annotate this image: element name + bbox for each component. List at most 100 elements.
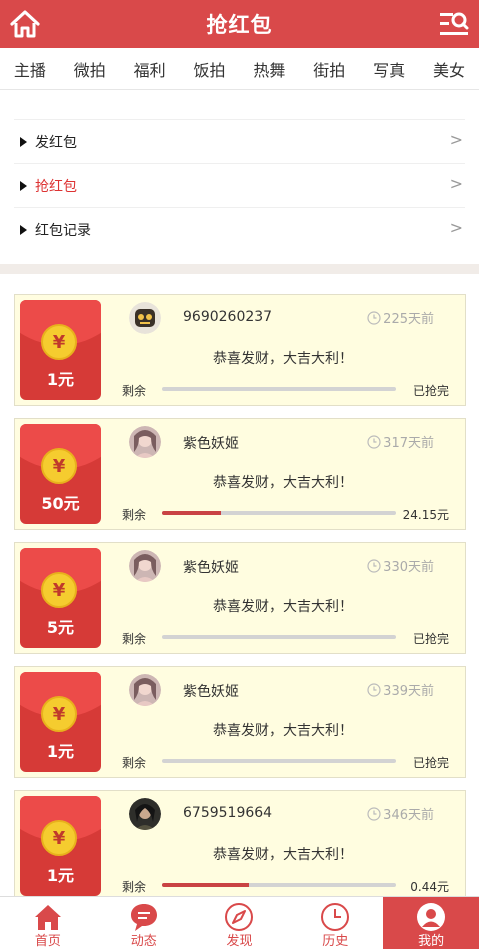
user-icon: [417, 903, 446, 931]
username: 9690260237: [183, 309, 273, 325]
chat-bubble-icon: [130, 904, 157, 931]
chevron-right-icon: >: [449, 130, 463, 149]
nav-label: 动态: [130, 934, 157, 949]
tab-category[interactable]: 美女: [419, 57, 479, 81]
tab-category[interactable]: 写真: [359, 57, 419, 81]
packet-amount: 1元: [46, 866, 75, 885]
menu-item-grab[interactable]: 抢红包 >: [14, 163, 465, 207]
post-time: 346天前: [367, 804, 434, 823]
header-bar: 抢红包: [0, 0, 479, 48]
triangle-right-icon: [20, 180, 27, 191]
redpacket-card[interactable]: ¥ 1元 6759519664 346天前 恭喜发财，大吉大利！ 剩余 0.44…: [14, 790, 466, 902]
app-screen: 抢红包 主播 微拍 福利 饭拍 热舞 街拍 写真 美女 发红包 > 抢红包 > …: [0, 0, 479, 949]
packet-message: 恭喜发财，大吉大利！: [213, 847, 353, 863]
red-envelope-icon[interactable]: ¥ 1元: [20, 796, 101, 896]
triangle-right-icon: [20, 224, 27, 235]
packet-status: 24.15元: [402, 508, 449, 522]
list-search-icon[interactable]: [439, 9, 469, 39]
home-icon[interactable]: [9, 8, 41, 40]
avatar[interactable]: [129, 302, 161, 334]
page-title: 抢红包: [206, 13, 273, 37]
post-time: 225天前: [367, 308, 434, 327]
menu-item-label: 红包记录: [35, 222, 91, 239]
remain-label: 剩余: [122, 632, 147, 646]
remain-progress-bar: [162, 635, 396, 639]
yuan-coin-icon: ¥: [41, 324, 77, 360]
red-envelope-icon[interactable]: ¥ 50元: [20, 424, 101, 524]
post-time: 317天前: [367, 432, 434, 451]
yuan-coin-icon: ¥: [41, 572, 77, 608]
remain-label: 剩余: [122, 756, 147, 770]
nav-item-home[interactable]: 首页: [0, 897, 96, 949]
avatar[interactable]: [129, 550, 161, 582]
tab-category[interactable]: 饭拍: [180, 57, 240, 81]
redpacket-list: ¥ 1元 9690260237 225天前 恭喜发财，大吉大利！ 剩余 已抢完: [14, 294, 466, 914]
yuan-coin-icon: ¥: [41, 448, 77, 484]
nav-label: 发现: [226, 934, 253, 949]
home-icon: [34, 905, 61, 930]
time-text: 339天前: [383, 684, 434, 699]
progress-fill: [162, 883, 249, 887]
remain-label: 剩余: [122, 880, 147, 894]
username: 紫色妖姬: [183, 560, 239, 576]
nav-label: 历史: [322, 934, 349, 949]
remain-label: 剩余: [122, 508, 147, 522]
red-envelope-icon[interactable]: ¥ 1元: [20, 300, 101, 400]
tab-category[interactable]: 热舞: [240, 57, 300, 81]
time-text: 330天前: [383, 560, 434, 575]
red-envelope-icon[interactable]: ¥ 1元: [20, 672, 101, 772]
clock-icon: [321, 903, 350, 931]
nav-item-feed[interactable]: 动态: [96, 897, 192, 949]
time-text: 317天前: [383, 436, 434, 451]
redpacket-card[interactable]: ¥ 5元 紫色妖姬 330天前 恭喜发财，大吉大利！ 剩余 已抢完: [14, 542, 466, 654]
tab-category[interactable]: 街拍: [299, 57, 359, 81]
username: 紫色妖姬: [183, 436, 239, 452]
post-time: 339天前: [367, 680, 434, 699]
chevron-right-icon: >: [449, 174, 463, 193]
avatar[interactable]: [129, 674, 161, 706]
clock-icon: [367, 806, 381, 821]
remain-progress-bar: [162, 759, 396, 763]
bottom-nav: 首页 动态 发现 历史 我的: [0, 896, 479, 949]
red-envelope-icon[interactable]: ¥ 5元: [20, 548, 101, 648]
nav-label: 首页: [34, 934, 61, 949]
packet-status: 已抢完: [412, 384, 449, 398]
nav-item-history[interactable]: 历史: [287, 897, 383, 949]
time-text: 346天前: [383, 808, 434, 823]
clock-icon: [367, 310, 381, 325]
menu-item-label: 抢红包: [35, 178, 77, 195]
nav-item-discover[interactable]: 发现: [192, 897, 288, 949]
packet-message: 恭喜发财，大吉大利！: [213, 723, 353, 739]
packet-message: 恭喜发财，大吉大利！: [213, 599, 353, 615]
menu-item-records[interactable]: 红包记录 >: [14, 207, 465, 251]
nav-label: 我的: [418, 934, 445, 949]
tab-category[interactable]: 福利: [120, 57, 180, 81]
clock-icon: [367, 682, 381, 697]
menu-item-label: 发红包: [35, 134, 77, 151]
clock-icon: [367, 434, 381, 449]
chevron-right-icon: >: [449, 218, 463, 237]
post-time: 330天前: [367, 556, 434, 575]
nav-item-me[interactable]: 我的: [383, 897, 479, 949]
avatar[interactable]: [129, 798, 161, 830]
remain-label: 剩余: [122, 384, 147, 398]
tab-category[interactable]: 微拍: [60, 57, 120, 81]
menu-item-send[interactable]: 发红包 >: [14, 119, 465, 163]
tab-category[interactable]: 主播: [0, 57, 60, 81]
packet-status: 0.44元: [410, 880, 449, 894]
compass-icon: [225, 903, 254, 931]
redpacket-card[interactable]: ¥ 50元 紫色妖姬 317天前 恭喜发财，大吉大利！ 剩余 24.15元: [14, 418, 466, 530]
redpacket-card[interactable]: ¥ 1元 紫色妖姬 339天前 恭喜发财，大吉大利！ 剩余 已抢完: [14, 666, 466, 778]
avatar[interactable]: [129, 426, 161, 458]
remain-progress-bar: [162, 387, 396, 391]
username: 紫色妖姬: [183, 684, 239, 700]
triangle-right-icon: [20, 136, 27, 147]
redpacket-card[interactable]: ¥ 1元 9690260237 225天前 恭喜发财，大吉大利！ 剩余 已抢完: [14, 294, 466, 406]
packet-status: 已抢完: [412, 632, 449, 646]
packet-message: 恭喜发财，大吉大利！: [213, 475, 353, 491]
packet-message: 恭喜发财，大吉大利！: [213, 351, 353, 367]
packet-amount: 1元: [46, 742, 75, 761]
packet-amount: 5元: [46, 618, 75, 637]
username: 6759519664: [183, 805, 273, 821]
remain-progress-bar: [162, 883, 396, 887]
